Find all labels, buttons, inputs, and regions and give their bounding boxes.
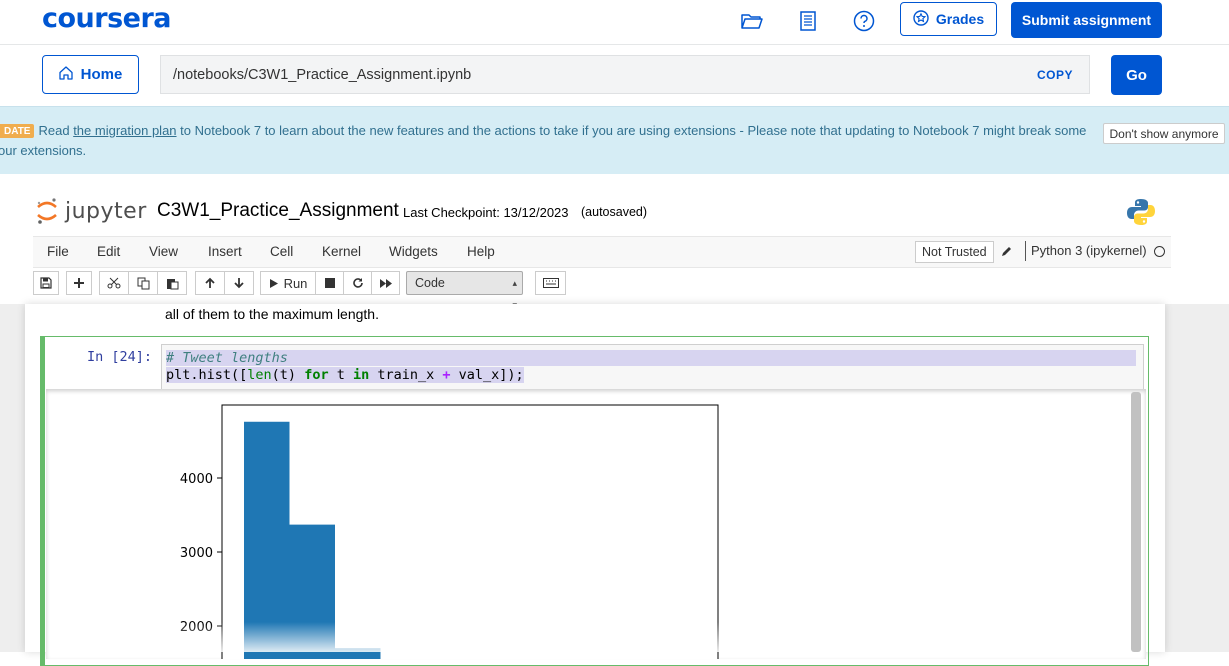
interrupt-button[interactable] [315,271,344,295]
banner-message: DATE Read the migration plan to Notebook … [0,122,1098,160]
update-badge: DATE [0,124,35,138]
notebook-title[interactable]: C3W1_Practice_Assignment [157,200,399,222]
help-icon[interactable] [852,10,876,32]
code-token: in [352,367,370,383]
menu-cell[interactable]: Cell [270,244,293,259]
code-token: val_x]); [450,367,524,383]
notebook-page: all of them to the maximum length. In [2… [25,304,1165,666]
home-icon [59,65,73,84]
notebook-path-text: /notebooks/C3W1_Practice_Assignment.ipyn… [173,67,472,83]
migration-banner: DATE Read the migration plan to Notebook … [0,106,1229,174]
jupyter-logo[interactable]: jupyter [35,197,147,225]
save-icon [40,277,52,289]
scissors-icon [107,277,121,289]
run-button[interactable]: Run [260,271,316,295]
y-tick-label: 2000 [180,620,213,635]
grades-label: Grades [935,11,985,27]
notes-icon[interactable] [796,10,820,32]
output-scrollbar[interactable] [1131,392,1141,652]
menu-edit[interactable]: Edit [97,244,120,259]
insert-cell-button[interactable] [66,271,92,295]
fast-forward-icon [379,278,392,288]
grades-icon [913,9,929,29]
save-button[interactable] [33,271,59,295]
keyboard-icon [542,278,559,288]
dont-show-anymore-button[interactable]: Don't show anymore [1103,123,1225,144]
kernel-idle-indicator [1154,246,1165,257]
code-token: plt.hist([ [166,367,248,383]
jupyter-logo-text: jupyter [65,198,147,224]
paste-icon [166,278,178,289]
restart-icon [352,278,363,288]
move-up-button[interactable] [195,271,225,295]
command-palette-button[interactable] [535,271,566,295]
menu-help[interactable]: Help [467,244,495,259]
cell-type-value: Code [415,276,445,290]
migration-plan-link[interactable]: the migration plan [73,123,176,138]
cell-type-select[interactable]: Code ▴▾ [406,271,523,310]
grades-button[interactable]: Grades [900,2,997,36]
code-token: t [328,367,353,383]
histogram-bar [244,421,290,659]
move-down-button[interactable] [224,271,254,295]
submit-assignment-button[interactable]: Submit assignment [1011,2,1162,38]
code-editor[interactable]: # Tweet lengths plt.hist([len(t) for t i… [161,344,1144,390]
jupyter-header: jupyter C3W1_Practice_Assignment Last Ch… [0,174,1229,310]
stop-icon [324,278,335,288]
code-line-2: plt.hist([len(t) for t in train_x + val_… [166,367,524,383]
y-tick-label: 4000 [180,472,213,487]
jupyter-menubar: File Edit View Insert Cell Kernel Widget… [33,236,1171,268]
go-button[interactable]: Go [1111,55,1162,95]
edit-pencil-icon[interactable] [1001,244,1013,262]
coursera-topbar: coursera Grades Submit assignment [0,0,1229,45]
arrow-down-icon [234,278,244,289]
histogram-chart: 2000 3000 4000 [180,404,719,659]
paste-button[interactable] [157,271,187,295]
menu-kernel[interactable]: Kernel [322,244,361,259]
input-prompt: In [24]: [87,349,153,365]
code-token: for [304,367,329,383]
histogram-bar [289,524,335,659]
coursera-logo[interactable]: coursera [42,3,172,34]
copy-path-button[interactable]: COPY [1037,68,1073,82]
restart-run-all-button[interactable] [371,271,400,295]
menu-file[interactable]: File [47,244,69,259]
plus-icon [74,278,84,288]
kernel-name[interactable]: Python 3 (ipykernel) [1031,243,1147,258]
y-tick-label: 3000 [180,546,213,561]
play-icon [269,278,278,288]
code-line-1: # Tweet lengths [166,350,1136,366]
autosave-status: (autosaved) [581,205,648,219]
code-token: train_x [369,367,443,383]
menubar-divider [1025,241,1026,261]
last-checkpoint: Last Checkpoint: 13/12/2023 [403,205,569,220]
folder-icon[interactable] [740,10,764,32]
home-label: Home [80,66,123,83]
menu-view[interactable]: View [149,244,178,259]
arrow-up-icon [205,277,215,288]
copy-button[interactable] [128,271,158,295]
notebook-background: all of them to the maximum length. In [2… [0,304,1229,666]
code-token: (t) [271,367,305,383]
jupyter-logo-icon [37,198,57,224]
python-logo-icon [1126,197,1156,232]
cell-selection-bar [40,336,45,666]
copy-icon [137,277,149,289]
histogram-bar [335,648,381,659]
code-comment: # Tweet lengths [166,350,288,366]
menu-insert[interactable]: Insert [208,244,242,259]
banner-text-before: Read [38,123,74,138]
restart-button[interactable] [343,271,372,295]
home-button[interactable]: Home [42,55,139,94]
code-token: len [247,367,272,383]
cell-output-area: 2000 3000 4000 [46,389,1146,659]
notebook-path-field[interactable]: /notebooks/C3W1_Practice_Assignment.ipyn… [160,55,1090,94]
cut-button[interactable] [99,271,129,295]
menu-widgets[interactable]: Widgets [389,244,438,259]
run-label: Run [283,275,308,291]
code-token: + [442,367,451,383]
markdown-cell-text: all of them to the maximum length. [165,306,379,322]
not-trusted-indicator[interactable]: Not Trusted [915,241,994,263]
